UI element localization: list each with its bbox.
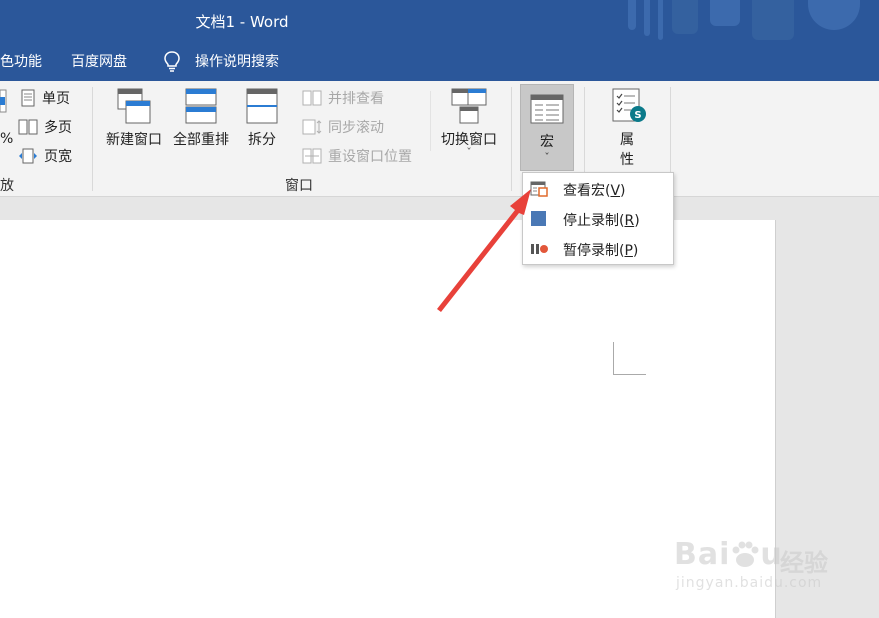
watermark-brand: Bai u [674,537,783,572]
watermark-url: jingyan.baidu.com [676,575,823,591]
decoration [658,0,663,40]
view-macros-menu-item[interactable]: 查看宏(V) [523,174,673,204]
decoration [710,0,740,26]
reset-window-label: 重设窗口位置 [328,149,412,165]
macros-icon [530,94,564,124]
separator [430,91,431,151]
multiple-pages-button[interactable]: 多页 [18,117,72,137]
switch-windows-button[interactable]: 切换窗口 ˇ [436,87,502,159]
properties-label-line2: 性 [620,152,634,168]
pause-recording-menu-item[interactable]: 暂停录制(P) [523,234,673,264]
pause-recording-icon [531,244,548,254]
decoration [752,0,794,40]
title-bar: 文档1 - Word [0,0,879,41]
macros-label: 宏 [540,134,554,150]
tab-baidu-netdisk[interactable]: 百度网盘 [71,51,127,71]
stop-recording-menu-item[interactable]: 停止录制(R) [523,204,673,234]
one-page-button[interactable]: 单页 [20,88,70,108]
split-label: 拆分 [248,132,276,148]
pause-recording-label: 暂停录制(P) [563,243,639,259]
zoom-percent-label: % [0,131,14,147]
one-page-label: 单页 [42,91,70,107]
watermark-cn: 经验 [780,549,828,577]
new-window-button[interactable]: 新建窗口 [102,87,166,149]
arrange-all-icon [185,88,217,124]
window-group-label: 窗口 [285,178,313,194]
chevron-down-icon: ˇ [544,151,550,164]
macros-button[interactable]: 宏 ˇ [520,84,574,171]
stop-recording-icon [531,211,546,226]
decoration [808,0,860,30]
multiple-pages-label: 多页 [44,120,72,136]
view-macros-icon [530,181,548,197]
baidu-jingyan-watermark: Bai u 经验 jingyan.baidu.com [672,523,832,603]
tell-me-search[interactable]: 操作说明搜索 [195,51,279,71]
new-window-label: 新建窗口 [106,132,162,148]
split-button[interactable]: 拆分 [240,87,284,149]
document-page[interactable] [0,220,776,618]
reset-window-position-button[interactable]: 重设窗口位置 [302,146,412,166]
arrange-all-label: 全部重排 [173,132,229,148]
side-by-side-icon [302,90,322,106]
zoom-group-label: 放 [0,178,14,194]
switch-windows-icon [451,88,487,124]
svg-text:S: S [634,110,641,121]
sync-scroll-icon [302,119,322,135]
one-page-icon [21,89,35,107]
zoom-100-icon [0,89,7,113]
window-title: 文档1 - Word [195,13,289,31]
ribbon: % 放 单页 多页 页宽 新建窗口 全部重排 拆分 并排查看 同步滚动 重设窗口… [0,81,879,197]
properties-label-line1: 属 [620,132,634,148]
macros-dropdown-menu: 查看宏(V) 停止录制(R) 暂停录制(P) [522,172,674,265]
tab-color-functions[interactable]: 色功能 [0,51,42,71]
lightbulb-icon [164,51,180,72]
view-side-by-side-button[interactable]: 并排查看 [302,88,384,108]
synchronous-scrolling-button[interactable]: 同步滚动 [302,117,384,137]
paw-icon [732,541,759,567]
page-width-icon [19,148,37,164]
new-window-icon [117,88,151,124]
decoration [644,0,650,36]
reset-window-icon [302,148,322,164]
multiple-pages-icon [18,119,38,135]
ribbon-tab-bar: 色功能 百度网盘 操作说明搜索 [0,41,879,81]
page-width-label: 页宽 [44,149,72,165]
page-width-button[interactable]: 页宽 [18,146,72,166]
group-separator [92,87,93,191]
split-icon [246,88,278,124]
group-separator [511,87,512,191]
decoration [628,0,636,30]
sync-scroll-label: 同步滚动 [328,120,384,136]
view-macros-label: 查看宏(V) [563,183,626,199]
decoration [672,0,698,34]
chevron-down-icon: ˇ [466,146,472,159]
stop-recording-label: 停止录制(R) [563,213,640,229]
arrange-all-button[interactable]: 全部重排 [170,87,232,149]
margin-corner-mark [613,374,646,375]
margin-corner-mark [613,342,614,374]
side-by-side-label: 并排查看 [328,91,384,107]
sharepoint-properties-icon: S [612,88,646,122]
properties-button[interactable]: S 属 性 [602,87,652,169]
